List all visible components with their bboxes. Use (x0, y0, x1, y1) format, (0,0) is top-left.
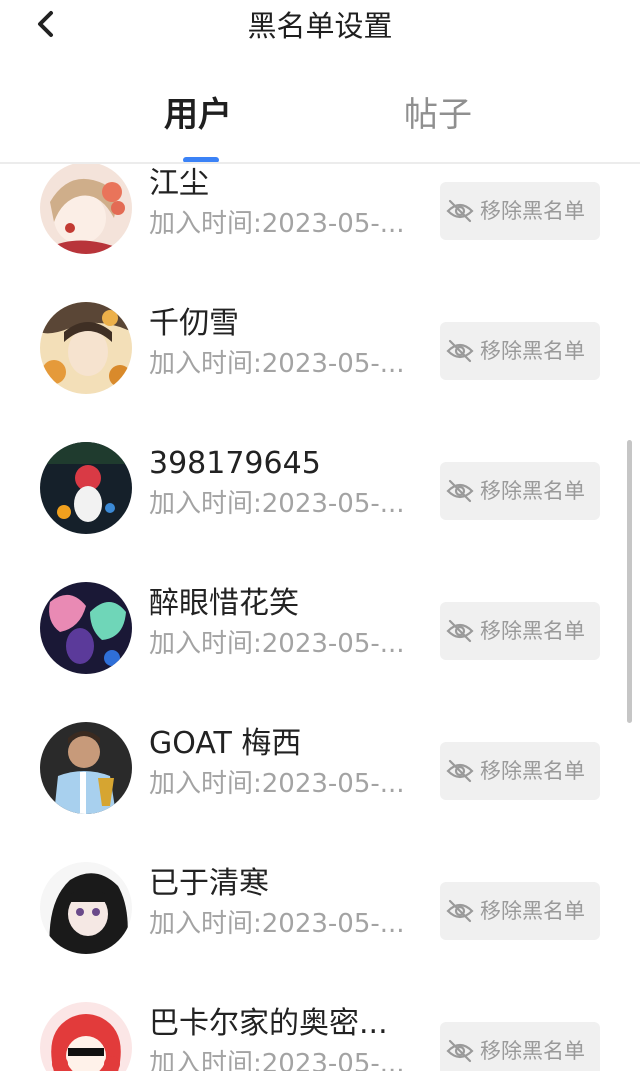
user-name: 已于清寒 (149, 866, 269, 901)
remove-blacklist-button[interactable]: 移除黑名单 (440, 182, 600, 240)
user-name: 千仞雪 (149, 306, 239, 341)
scrollbar[interactable] (627, 440, 632, 723)
remove-blacklist-button[interactable]: 移除黑名单 (440, 742, 600, 800)
list-item: 已于清寒 加入时间:2023-05-... 移除黑名单 (0, 838, 640, 978)
list-item: 398179645 加入时间:2023-05-... 移除黑名单 (0, 418, 640, 558)
avatar[interactable] (40, 302, 132, 394)
eye-off-icon (446, 479, 474, 503)
top-bar: 黑名单设置 (0, 0, 640, 52)
list-item: 江尘 加入时间:2023-05-... 移除黑名单 (0, 164, 640, 278)
remove-button-label: 移除黑名单 (480, 199, 585, 223)
eye-off-icon (446, 1039, 474, 1063)
join-time: 加入时间:2023-05-... (149, 1049, 405, 1071)
user-name: 醉眼惜花笑 (149, 586, 299, 621)
remove-blacklist-button[interactable]: 移除黑名单 (440, 322, 600, 380)
join-time: 加入时间:2023-05-... (149, 209, 405, 239)
join-time: 加入时间:2023-05-... (149, 489, 405, 519)
user-name: 江尘 (149, 166, 209, 201)
tab-users[interactable]: 用户 (164, 92, 232, 138)
list-item: 巴卡尔家的奥密... 加入时间:2023-05-... 移除黑名单 (0, 978, 640, 1071)
remove-blacklist-button[interactable]: 移除黑名单 (440, 462, 600, 520)
tab-bar: 用户 帖子 (0, 80, 640, 163)
remove-button-label: 移除黑名单 (480, 1039, 585, 1063)
avatar[interactable] (40, 862, 132, 954)
list-item: GOAT 梅西 加入时间:2023-05-... 移除黑名单 (0, 698, 640, 838)
remove-blacklist-button[interactable]: 移除黑名单 (440, 882, 600, 940)
user-name: 398179645 (149, 446, 321, 481)
join-time: 加入时间:2023-05-... (149, 909, 405, 939)
remove-button-label: 移除黑名单 (480, 899, 585, 923)
remove-button-label: 移除黑名单 (480, 759, 585, 783)
avatar[interactable] (40, 442, 132, 534)
user-name: GOAT 梅西 (149, 726, 302, 761)
tab-posts[interactable]: 帖子 (404, 92, 472, 138)
remove-button-label: 移除黑名单 (480, 339, 585, 363)
join-time: 加入时间:2023-05-... (149, 629, 405, 659)
eye-off-icon (446, 759, 474, 783)
page-title: 黑名单设置 (247, 9, 393, 43)
eye-off-icon (446, 899, 474, 923)
avatar[interactable] (40, 582, 132, 674)
remove-blacklist-button[interactable]: 移除黑名单 (440, 1022, 600, 1071)
blacklist-list[interactable]: 江尘 加入时间:2023-05-... 移除黑名单 千仞雪 加入时间:2023-… (0, 164, 640, 1071)
remove-button-label: 移除黑名单 (480, 479, 585, 503)
join-time: 加入时间:2023-05-... (149, 349, 405, 379)
eye-off-icon (446, 199, 474, 223)
user-name: 巴卡尔家的奥密... (149, 1006, 388, 1041)
list-item: 千仞雪 加入时间:2023-05-... 移除黑名单 (0, 278, 640, 418)
eye-off-icon (446, 619, 474, 643)
avatar[interactable] (40, 722, 132, 814)
avatar[interactable] (40, 164, 132, 254)
join-time: 加入时间:2023-05-... (149, 769, 405, 799)
remove-button-label: 移除黑名单 (480, 619, 585, 643)
eye-off-icon (446, 339, 474, 363)
list-item: 醉眼惜花笑 加入时间:2023-05-... 移除黑名单 (0, 558, 640, 698)
avatar[interactable] (40, 1002, 132, 1071)
remove-blacklist-button[interactable]: 移除黑名单 (440, 602, 600, 660)
